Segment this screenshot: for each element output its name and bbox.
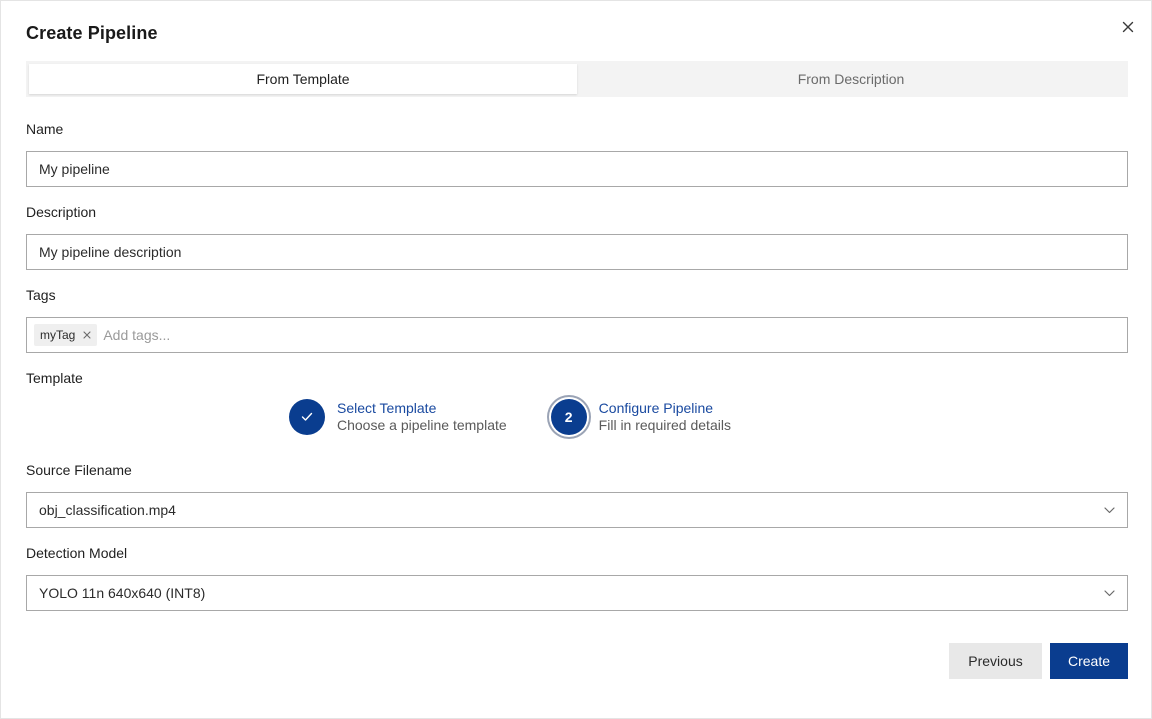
step-text: Select Template Choose a pipeline templa… [337,400,507,434]
tag-chip: myTag [34,324,98,346]
close-icon [83,331,91,339]
source-filename-value: obj_classification.mp4 [39,502,176,518]
dialog-title: Create Pipeline [26,23,158,43]
previous-button[interactable]: Previous [949,643,1042,679]
step-subtitle: Choose a pipeline template [337,417,507,433]
chevron-down-icon [1104,506,1115,514]
step-number: 2 [564,409,573,425]
step-current-indicator: 2 [550,399,587,435]
tab-from-description[interactable]: From Description [577,64,1125,94]
tag-remove-button[interactable] [83,331,91,339]
step-title: Select Template [337,400,437,416]
template-stepper: Select Template Choose a pipeline templa… [289,399,731,435]
name-input[interactable] [39,161,1127,177]
tags-field[interactable]: myTag [26,317,1128,353]
source-tabs: From Template From Description [26,61,1128,97]
tag-chip-label: myTag [40,328,76,342]
description-input[interactable] [39,244,1127,260]
step-completed-indicator [289,399,325,435]
description-label: Description [26,204,97,220]
chevron-down-icon [1104,589,1115,597]
detection-model-select[interactable]: YOLO 11n 640x640 (INT8) [26,575,1128,611]
step-subtitle: Fill in required details [598,417,731,433]
step-title: Configure Pipeline [598,400,714,416]
source-filename-select[interactable]: obj_classification.mp4 [26,492,1128,528]
tags-label: Tags [26,287,56,303]
create-pipeline-dialog: Create Pipeline From Template From Descr… [0,0,1152,719]
create-button[interactable]: Create [1050,643,1128,679]
step-text: Configure Pipeline Fill in required deta… [599,400,731,434]
template-label: Template [26,370,83,386]
tab-from-template[interactable]: From Template [29,64,577,94]
detection-model-value: YOLO 11n 640x640 (INT8) [39,585,206,601]
tags-input[interactable] [103,327,1127,343]
tags-input-wrapper [103,327,1127,343]
close-button[interactable] [1118,17,1138,37]
step-configure-pipeline[interactable]: 2 Configure Pipeline Fill in required de… [550,399,731,435]
close-icon [1122,21,1134,33]
check-icon [301,412,313,421]
source-filename-label: Source Filename [26,462,132,478]
detection-model-label: Detection Model [26,545,128,561]
step-select-template[interactable]: Select Template Choose a pipeline templa… [289,399,507,435]
description-field[interactable] [26,234,1128,270]
name-field[interactable] [26,151,1128,187]
name-label: Name [26,121,64,137]
